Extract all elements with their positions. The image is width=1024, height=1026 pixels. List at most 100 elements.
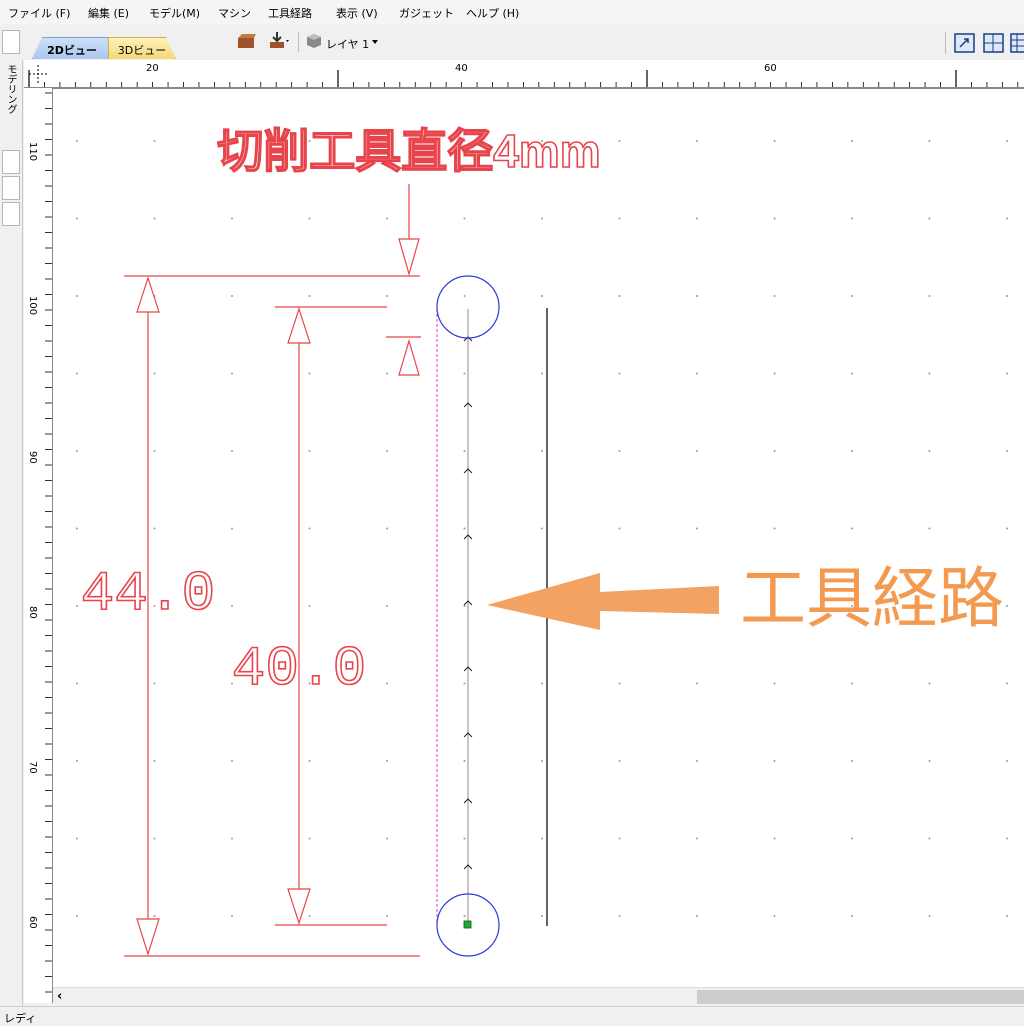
grid-dot xyxy=(231,217,233,220)
dim-inner-arrow-top xyxy=(287,307,311,344)
grid-dot xyxy=(541,837,543,840)
grid-dots xyxy=(76,140,1008,917)
grid-dot xyxy=(76,682,78,685)
grid-dot xyxy=(851,217,853,220)
grid-dot xyxy=(308,372,311,375)
grid-dot xyxy=(618,527,621,530)
grid-dot xyxy=(928,372,931,375)
grid-dot xyxy=(618,295,621,297)
view-single-icon[interactable] xyxy=(954,33,976,53)
diameter-arrow-head xyxy=(398,238,420,277)
side-panel-tab[interactable] xyxy=(2,176,20,200)
side-panel-tab[interactable] xyxy=(2,202,20,226)
menu-edit[interactable]: 編集 (E) xyxy=(88,5,129,21)
grid-dot xyxy=(541,682,543,685)
grid-dot xyxy=(928,140,931,142)
grid-dot xyxy=(773,295,776,297)
grid-dot xyxy=(153,760,156,762)
grid-dot xyxy=(773,140,776,142)
menu-view[interactable]: 表示 (V) xyxy=(336,5,378,21)
dim-inner-arrow-bottom xyxy=(287,888,311,925)
view-split-icon[interactable] xyxy=(983,33,1005,53)
grid-dot xyxy=(386,837,388,840)
grid-dot xyxy=(773,372,776,375)
grid-dot xyxy=(541,915,543,917)
ruler-label-70: 70 xyxy=(27,761,38,774)
side-panel-label[interactable]: モデリング xyxy=(3,64,18,114)
grid-dot xyxy=(153,450,156,452)
grid-dot xyxy=(851,915,853,917)
menu-machine[interactable]: マシン xyxy=(218,5,251,21)
grid-dot xyxy=(386,450,388,452)
grid-dot xyxy=(1006,605,1008,607)
scrollbar-thumb[interactable] xyxy=(697,990,1024,1004)
grid-dot xyxy=(1006,915,1008,917)
grid-dot xyxy=(308,915,311,917)
layer-dropdown[interactable]: レイヤ 1 xyxy=(326,36,369,52)
horizontal-scrollbar[interactable]: ‹ xyxy=(53,987,1024,1006)
side-panel-tab[interactable] xyxy=(2,150,20,174)
ruler-label-40: 40 xyxy=(455,63,468,74)
ruler-label-110: 110 xyxy=(27,142,38,162)
grid-dot xyxy=(928,682,931,685)
chevron-down-icon[interactable] xyxy=(372,40,380,46)
toolpath-start-point[interactable] xyxy=(463,920,472,929)
menu-toolpath[interactable]: 工具経路 xyxy=(268,5,312,21)
tab-2d-view[interactable]: 2Dビュー xyxy=(32,37,112,59)
grid-dot xyxy=(1006,527,1008,530)
grid-dot xyxy=(386,217,388,220)
grid-dot xyxy=(153,527,156,530)
menu-gadget[interactable]: ガジェット xyxy=(399,5,454,21)
grid-dot xyxy=(463,295,466,297)
grid-dot xyxy=(773,837,776,840)
grid-dot xyxy=(76,527,78,530)
grid-dot xyxy=(231,837,233,840)
grid-dot xyxy=(231,605,233,607)
grid-dot xyxy=(696,372,698,375)
grid-dot xyxy=(696,682,698,685)
grid-dot xyxy=(308,450,311,452)
grid-dot xyxy=(76,450,78,452)
grid-dot xyxy=(463,915,466,917)
grid-dot xyxy=(153,217,156,220)
grid-dot xyxy=(1006,217,1008,220)
crosshair-icon[interactable] xyxy=(27,63,49,85)
menu-help[interactable]: ヘルプ (H) xyxy=(466,5,519,21)
grid-dot xyxy=(928,527,931,530)
grid-dot xyxy=(928,837,931,840)
grid-dot xyxy=(851,760,853,762)
grid-dot xyxy=(851,450,853,452)
grid-dot xyxy=(308,760,311,762)
view-grid-icon[interactable] xyxy=(1010,33,1024,53)
grid-dot xyxy=(928,915,931,917)
grid-dot xyxy=(773,760,776,762)
tab-3d-view[interactable]: 3Dビュー xyxy=(108,37,176,59)
menu-model[interactable]: モデル(M) xyxy=(149,5,200,21)
scroll-left-arrow[interactable]: ‹ xyxy=(57,989,62,1004)
grid-dot xyxy=(773,527,776,530)
grid-dot xyxy=(308,837,311,840)
import-icon[interactable] xyxy=(266,30,292,52)
grid-dot xyxy=(618,140,621,142)
grid-dot xyxy=(463,605,466,607)
grid-dot xyxy=(463,682,466,685)
grid-dot xyxy=(1006,760,1008,762)
grid-dot xyxy=(76,217,78,220)
grid-dot xyxy=(928,760,931,762)
grid-dot xyxy=(618,760,621,762)
panel-pin-box[interactable] xyxy=(2,30,20,54)
status-bar: レディ xyxy=(0,1006,1024,1025)
material-icon[interactable] xyxy=(236,32,258,52)
grid-dot xyxy=(696,915,698,917)
toolbar-separator xyxy=(298,32,299,52)
grid-dot xyxy=(231,527,233,530)
grid-dot xyxy=(541,217,543,220)
grid-dot xyxy=(696,295,698,297)
grid-dot xyxy=(308,295,311,297)
grid-dot xyxy=(696,217,698,220)
grid-dot xyxy=(76,915,78,917)
menu-file[interactable]: ファイル (F) xyxy=(8,5,70,21)
drawing-canvas[interactable]: 切削工具直径4mm 44.0 40.0 工具経路 xyxy=(53,89,1024,987)
grid-dot xyxy=(1006,450,1008,452)
menu-bar: ファイル (F) 編集 (E) モデル(M) マシン 工具経路 表示 (V) ガ… xyxy=(0,0,1024,24)
